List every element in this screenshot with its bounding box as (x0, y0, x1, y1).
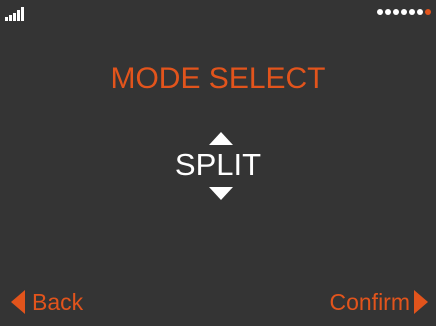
page-dot (377, 9, 383, 15)
confirm-label: Confirm (329, 288, 410, 315)
triangle-up-icon[interactable] (209, 132, 233, 145)
page-dot-active (425, 9, 431, 15)
page-dot (393, 9, 399, 15)
page-dot (409, 9, 415, 15)
back-label: Back (32, 288, 84, 315)
page-dot (385, 9, 391, 15)
signal-strength-icon (5, 7, 25, 21)
mode-value: SPLIT (174, 147, 262, 182)
page-dot (401, 9, 407, 15)
triangle-right-icon (414, 290, 428, 314)
page-dot (417, 9, 423, 15)
mode-select-screen: MODE SELECT SPLIT Back Confirm (0, 0, 436, 326)
back-button[interactable]: Back (11, 287, 83, 317)
confirm-button[interactable]: Confirm (329, 287, 428, 317)
triangle-left-icon (11, 290, 25, 314)
triangle-down-icon[interactable] (209, 187, 233, 200)
page-indicator (377, 9, 431, 15)
screen-title: MODE SELECT (110, 62, 326, 95)
